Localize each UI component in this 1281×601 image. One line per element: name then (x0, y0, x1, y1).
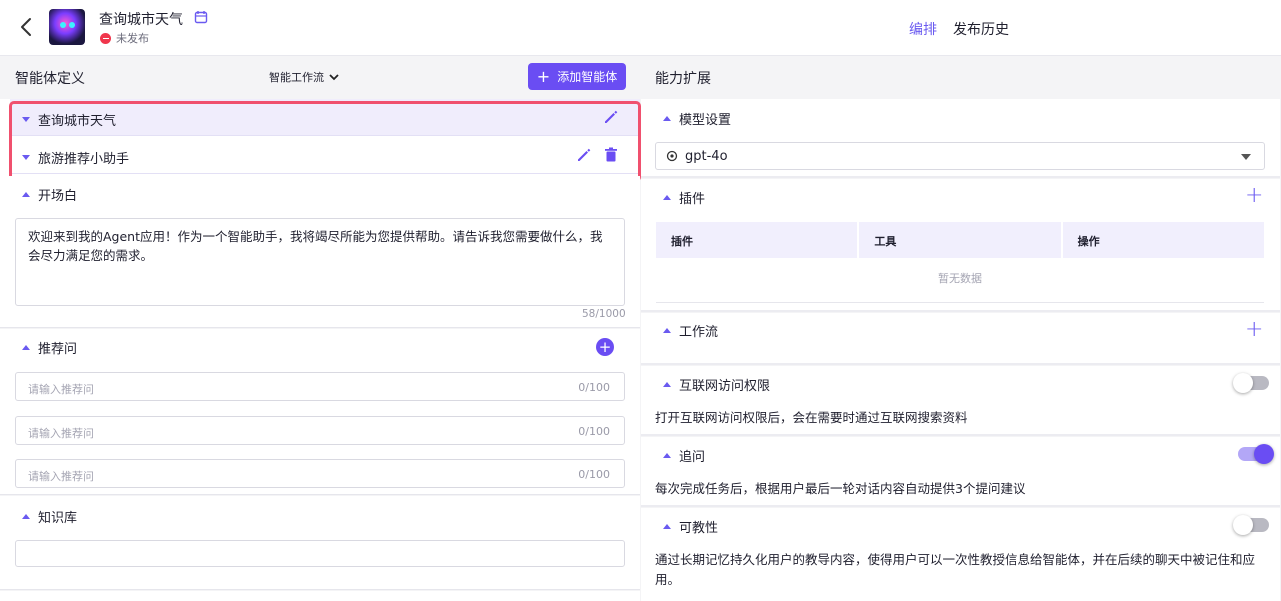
openai-icon (666, 150, 678, 162)
workflow-mode-label: 智能工作流 (269, 71, 324, 84)
collapse-caret-icon[interactable] (663, 116, 671, 121)
edit-icon[interactable] (602, 108, 620, 126)
suggestion-placeholder: 请输入推荐问 (28, 427, 94, 440)
caret-down-icon (1241, 154, 1251, 160)
agent-item-weather[interactable]: 查询城市天气 (10, 99, 640, 136)
empty-state: 暂无数据 (656, 258, 1264, 303)
top-header: 查询城市天气 未发布 编排 发布历史 (0, 0, 1281, 56)
calendar-edit-icon[interactable] (194, 10, 208, 24)
plugin-table-header: 插件 工具 操作 (656, 222, 1264, 258)
plugins-label: 插件 (679, 192, 706, 207)
opening-textarea[interactable]: 欢迎来到我的Agent应用！作为一个智能助手，我将竭尽所能为您提供帮助。请告诉我… (15, 218, 625, 306)
model-select[interactable]: gpt-4o (655, 142, 1265, 170)
workflow-mode-select[interactable]: 智能工作流 (269, 69, 340, 85)
column-plugin: 插件 (656, 222, 860, 258)
collapse-caret-icon (22, 117, 30, 122)
collapse-caret-icon[interactable] (663, 453, 671, 458)
add-suggestion-button[interactable]: + (596, 338, 614, 356)
suggestion-counter: 0/100 (578, 425, 610, 438)
internet-label: 互联网访问权限 (679, 379, 771, 394)
agent-title: 查询城市天气 (99, 12, 183, 28)
column-tool: 工具 (859, 222, 1063, 258)
suggestion-input-2[interactable]: 请输入推荐问 0/100 (15, 416, 625, 445)
add-plugin-button[interactable]: + (1245, 185, 1263, 207)
chevron-down-icon (329, 74, 339, 81)
knowledge-input[interactable] (15, 540, 625, 567)
followup-toggle[interactable] (1238, 444, 1274, 464)
tab-orchestrate[interactable]: 编排 (909, 19, 937, 39)
collapse-caret-icon[interactable] (22, 192, 30, 197)
trash-icon[interactable] (602, 146, 620, 164)
suggestion-input-1[interactable]: 请输入推荐问 0/100 (15, 372, 625, 401)
add-agent-label: 添加智能体 (557, 70, 618, 84)
tab-publish-history[interactable]: 发布历史 (953, 19, 1009, 39)
add-workflow-button[interactable]: + (1245, 319, 1263, 341)
opening-counter: 58/1000 (582, 308, 626, 320)
model-label: 模型设置 (679, 113, 732, 128)
plugin-table: 插件 工具 操作 暂无数据 (656, 222, 1264, 303)
suggestion-placeholder: 请输入推荐问 (28, 470, 94, 483)
collapse-caret-icon[interactable] (663, 328, 671, 333)
agent-avatar (49, 9, 85, 45)
add-agent-button[interactable]: + 添加智能体 (528, 63, 626, 90)
model-value: gpt-4o (685, 148, 728, 164)
publish-status: 未发布 (100, 31, 149, 45)
workflow-label: 工作流 (679, 325, 719, 340)
knowledge-label: 知识库 (38, 511, 78, 526)
back-arrow-icon[interactable] (16, 16, 38, 38)
column-action: 操作 (1077, 235, 1100, 248)
unpublished-status-icon (100, 32, 111, 44)
edit-icon[interactable] (575, 146, 593, 164)
opening-label: 开场白 (38, 189, 78, 204)
suggestion-placeholder: 请输入推荐问 (28, 383, 94, 396)
followup-desc: 每次完成任务后，根据用户最后一轮对话内容自动提供3个提问建议 (655, 481, 1026, 496)
suggestion-input-3[interactable]: 请输入推荐问 0/100 (15, 459, 625, 488)
teachable-label: 可教性 (679, 521, 719, 536)
agent-definition-title: 智能体定义 (15, 71, 85, 87)
collapse-caret-icon (22, 155, 30, 160)
capability-title: 能力扩展 (655, 71, 711, 87)
suggestion-counter: 0/100 (578, 381, 610, 394)
teachable-desc: 通过长期记忆持久化用户的教导内容，使得用户可以一次性教授信息给智能体，并在后续的… (655, 552, 1256, 587)
status-text: 未发布 (116, 32, 149, 45)
next-section (0, 591, 640, 601)
collapse-caret-icon[interactable] (22, 514, 30, 519)
collapse-caret-icon[interactable] (663, 195, 671, 200)
followup-label: 追问 (679, 450, 706, 465)
collapse-caret-icon[interactable] (22, 345, 30, 350)
agent-item-label: 查询城市天气 (38, 114, 117, 129)
suggestions-label: 推荐问 (38, 342, 78, 357)
teachable-toggle[interactable] (1233, 515, 1269, 535)
plus-icon: + (536, 66, 551, 86)
collapse-caret-icon[interactable] (663, 382, 671, 387)
agent-item-travel[interactable]: 旅游推荐小助手 (10, 137, 640, 174)
workflow-section: 工作流 (641, 313, 1280, 365)
suggestion-counter: 0/100 (578, 468, 610, 481)
collapse-caret-icon[interactable] (663, 524, 671, 529)
internet-toggle[interactable] (1233, 373, 1269, 393)
internet-desc: 打开互联网访问权限后，会在需要时通过互联网搜索资料 (655, 410, 968, 425)
agent-item-label: 旅游推荐小助手 (38, 152, 130, 167)
